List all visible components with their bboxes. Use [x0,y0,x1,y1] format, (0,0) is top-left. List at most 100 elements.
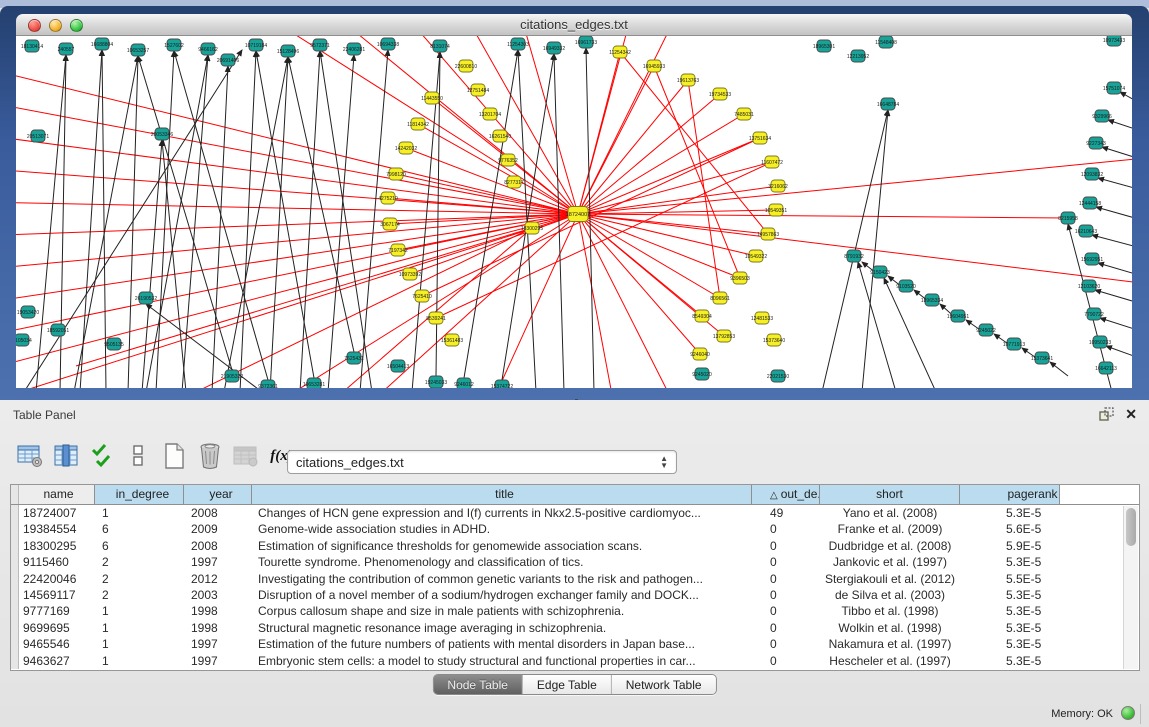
table-row[interactable]: 1872400712008Changes of HCN gene express… [11,505,1139,521]
graph-edge[interactable] [578,52,620,214]
scrollbar-thumb[interactable] [1126,508,1136,546]
graph-node[interactable]: 11548408 [875,36,897,48]
graph-node[interactable]: 8096561 [710,292,730,304]
table-cell[interactable]: Disruption of a novel member of a sodium… [252,587,752,603]
column-header-name[interactable]: name [19,485,95,504]
graph-edge[interactable] [328,55,354,388]
table-cell[interactable]: 0 [752,521,820,537]
table-cell[interactable]: 2012 [184,571,252,587]
graph-node[interactable]: 9505135 [104,338,124,350]
table-cell[interactable]: 19384554 [19,521,95,537]
graph-node[interactable]: 8215958 [1058,212,1078,224]
table-cell[interactable]: 1 [95,636,184,652]
table-cell[interactable]: 2003 [184,587,252,603]
table-row[interactable]: 946554611997Estimation of the future num… [11,636,1139,652]
window-titlebar[interactable]: citations_edges.txt [16,14,1132,36]
graph-node[interactable]: 16688804 [91,38,113,50]
table-cell[interactable]: Stergiakouli et al. (2012) [820,571,960,587]
graph-node[interactable]: 16642113 [1095,362,1117,374]
table-cell[interactable]: 5.3E-5 [960,603,1060,619]
graph-edge[interactable] [16,134,578,214]
graph-node[interactable]: 20691406 [217,54,239,66]
graph-node[interactable]: 16648784 [877,98,899,110]
table-row[interactable]: 977716911998Corpus callosum shape and si… [11,603,1139,619]
table-cell[interactable]: 2008 [184,505,252,521]
table-cell[interactable]: 5.3E-5 [960,587,1060,603]
table-row[interactable]: 1938455462009Genome-wide association stu… [11,521,1139,537]
table-cell[interactable]: Estimation of the future numbers of pati… [252,636,752,652]
graph-edge[interactable] [822,110,888,388]
graph-edge[interactable] [1050,362,1068,376]
table-row[interactable]: 946362711997Embryonic stem cells: a mode… [11,653,1139,669]
table-row[interactable]: 1456911722003Disruption of a novel membe… [11,587,1139,603]
graph-node[interactable]: 7998120 [386,168,406,180]
table-cell[interactable]: Jankovic et al. (1997) [820,554,960,570]
network-view-canvas[interactable]: 18130414 240557 16688804 10653257 152760… [16,36,1132,388]
graph-node[interactable]: 14242032 [395,142,417,154]
table-cell[interactable]: Yano et al. (2008) [820,505,960,521]
graph-node[interactable]: 8539241 [426,312,446,324]
table-cell[interactable]: Embryonic stem cells: a model to study s… [252,653,752,669]
table-cell[interactable]: 1998 [184,603,252,619]
graph-edge[interactable] [138,56,232,370]
table-cell[interactable]: 9699695 [19,620,95,636]
column-header-year[interactable]: year [184,485,252,504]
column-header-out_de[interactable]: △out_de... [752,485,820,504]
graph-node[interactable]: 19053420 [17,306,39,318]
graph-node[interactable]: 12213952 [847,50,869,62]
graph-edge[interactable] [1095,290,1132,308]
minimize-window-button[interactable] [49,19,62,32]
graph-node[interactable]: 9329966 [1092,110,1112,122]
table-cell[interactable]: Hescheler et al. (1997) [820,653,960,669]
graph-edge[interactable] [578,80,688,214]
graph-node[interactable]: 9103520 [896,280,916,292]
graph-edge[interactable] [1098,263,1132,280]
table-cell[interactable]: 0 [752,603,820,619]
graph-edge[interactable] [16,214,578,236]
graph-node[interactable]: 1527602 [164,39,184,51]
graph-node[interactable]: 16261540 [489,130,511,142]
table-cell[interactable]: 14569117 [19,587,95,603]
graph-node[interactable]: 22406281 [343,43,365,55]
table-cell[interactable]: 1998 [184,620,252,636]
table-cell[interactable]: 0 [752,620,820,636]
graph-node[interactable]: 19245033 [425,376,447,388]
graph-node[interactable]: 10653257 [127,44,149,56]
graph-edge[interactable] [486,214,578,388]
table-cell[interactable]: 9463627 [19,653,95,669]
table-cell[interactable]: 2009 [184,521,252,537]
zoom-window-button[interactable] [70,19,83,32]
graph-node[interactable]: 9227343 [1086,137,1106,149]
graph-edge[interactable] [60,55,66,388]
table-cell[interactable]: 6 [95,538,184,554]
graph-node[interactable]: 10973433 [1103,36,1125,46]
graph-edge[interactable] [1120,92,1132,112]
graph-node[interactable]: 9246040 [690,348,710,360]
graph-edge[interactable] [182,55,208,388]
show-columns-icon[interactable] [52,442,79,470]
table-cell[interactable]: 0 [752,554,820,570]
graph-node[interactable]: 16949332 [543,42,565,54]
graph-edge[interactable] [1098,178,1132,194]
graph-node[interactable]: 9245020 [692,368,712,380]
table-cell[interactable]: 0 [752,653,820,669]
table-cell[interactable]: 18300295 [19,538,95,554]
table-cell[interactable]: Corpus callosum shape and size in male p… [252,603,752,619]
table-cell[interactable]: 1 [95,505,184,521]
graph-node[interactable]: 3216062 [768,180,788,192]
graph-edge[interactable] [688,80,720,298]
graph-edge[interactable] [288,57,354,352]
graph-edge[interactable] [1096,207,1132,224]
graph-node[interactable]: 10719184 [245,39,267,51]
graph-node[interactable]: 7197342 [388,244,408,256]
table-cell[interactable]: Wolkin et al. (1998) [820,620,960,636]
graph-node[interactable]: 7625410 [412,290,432,302]
column-header-title[interactable]: title [252,485,752,504]
table-cell[interactable]: 1997 [184,653,252,669]
graph-node[interactable]: 9246012 [454,378,474,388]
graph-node[interactable]: 16961733 [575,36,597,48]
graph-node[interactable]: 9105034 [16,334,32,346]
graph-node[interactable]: 7625431 [344,352,364,364]
table-cell[interactable]: 1 [95,603,184,619]
graph-edge[interactable] [300,51,320,388]
